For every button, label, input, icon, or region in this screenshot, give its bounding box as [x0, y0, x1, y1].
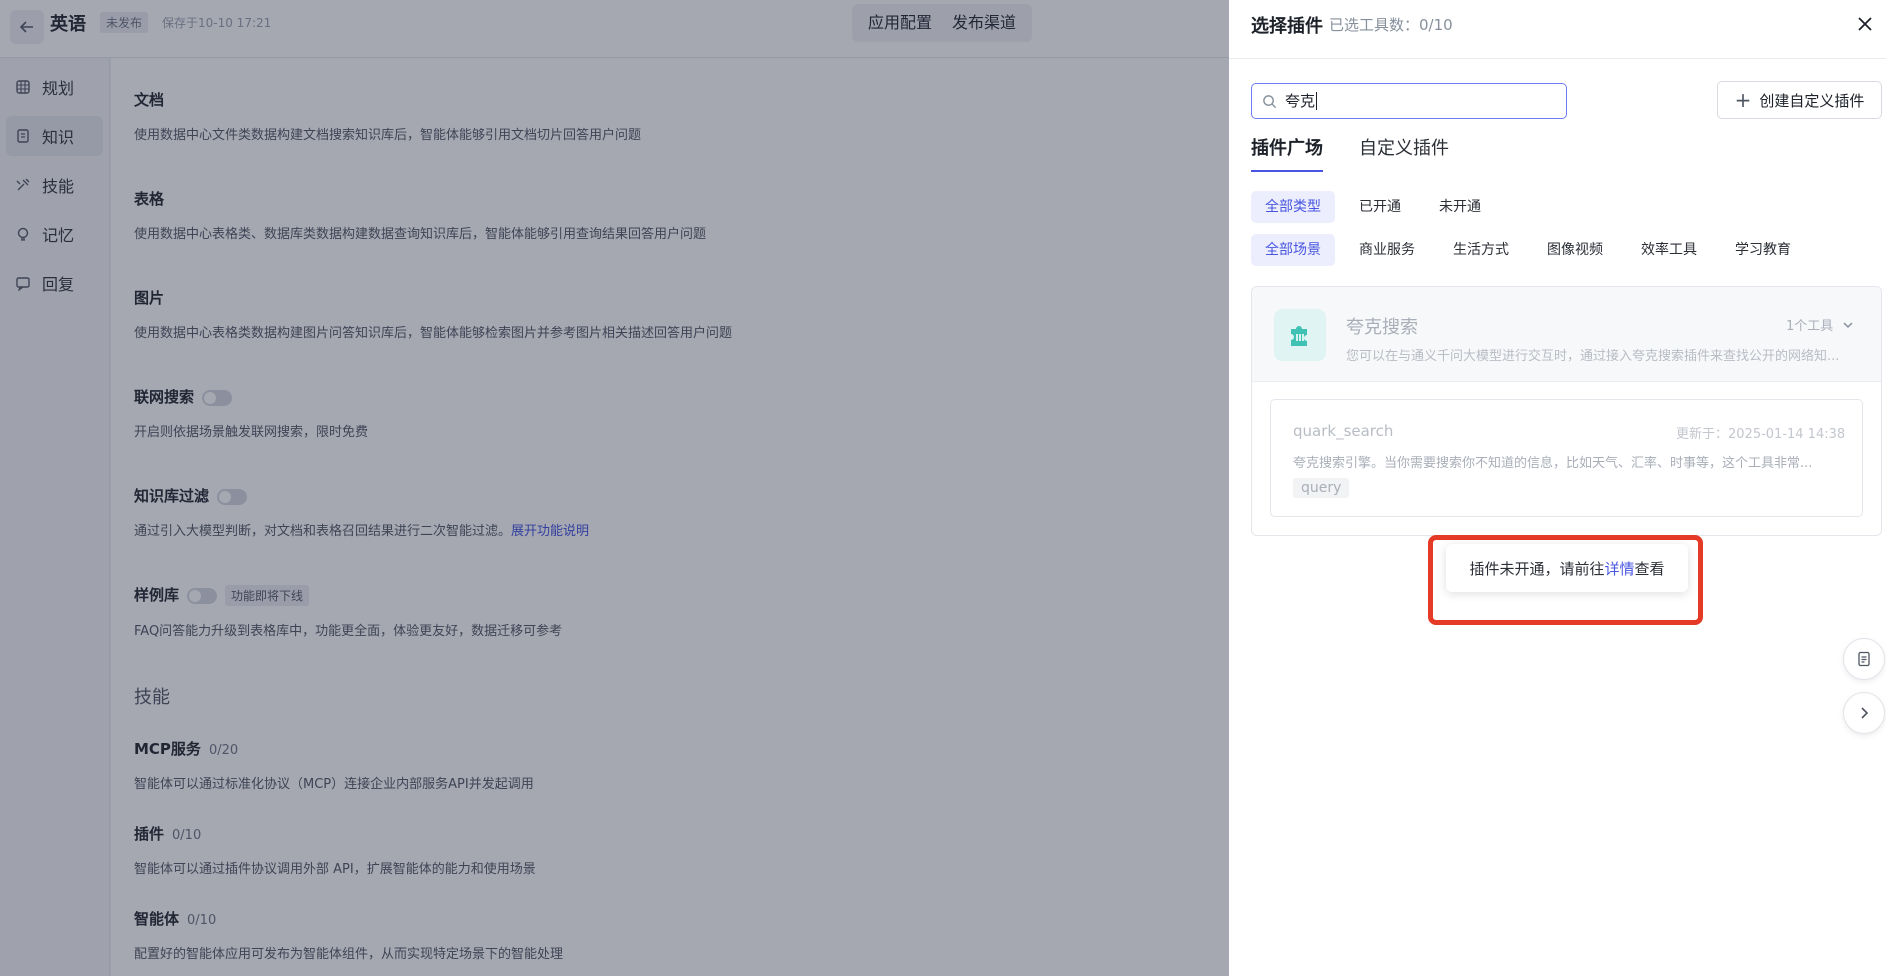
- filter-productivity[interactable]: 效率工具: [1627, 234, 1711, 266]
- tool-param-tag: query: [1293, 478, 1350, 498]
- plugin-desc: 您可以在与通义千问大模型进行交互时，通过接入夸克搜索插件来查找公开的网络知...: [1346, 349, 1840, 364]
- plugin-card[interactable]: 夸克搜索 您可以在与通义千问大模型进行交互时，通过接入夸克搜索插件来查找公开的网…: [1251, 286, 1882, 536]
- plugin-not-enabled-tooltip: 插件未开通，请前往 详情 查看: [1446, 544, 1688, 592]
- tool-desc: 夸克搜索引擎。当你需要搜索你不知道的信息，比如天气、汇率、时事等，这个工具非常.…: [1293, 456, 1813, 471]
- selected-tools-count: 已选工具数：0/10: [1329, 16, 1453, 34]
- tab-plugin-market[interactable]: 插件广场: [1251, 134, 1323, 160]
- filter-lifestyle[interactable]: 生活方式: [1439, 234, 1523, 266]
- filter-not-enabled[interactable]: 未开通: [1425, 191, 1495, 223]
- search-icon: [1263, 94, 1277, 108]
- filter-image-video[interactable]: 图像视频: [1533, 234, 1617, 266]
- tab-custom-plugin[interactable]: 自定义插件: [1359, 134, 1449, 160]
- create-button-label: 创建自定义插件: [1759, 91, 1865, 110]
- expand-float-button[interactable]: [1843, 692, 1885, 734]
- select-plugin-drawer: 选择插件 已选工具数：0/10 夸克 + 创建自定义插件 插件广场 自定义插件 …: [1229, 0, 1886, 976]
- chevron-right-icon: [1861, 707, 1869, 719]
- plugin-name: 夸克搜索: [1346, 317, 1418, 338]
- modal-overlay[interactable]: [0, 0, 1229, 976]
- close-icon: [1858, 17, 1872, 31]
- plugin-card-header[interactable]: 夸克搜索 您可以在与通义千问大模型进行交互时，通过接入夸克搜索插件来查找公开的网…: [1252, 287, 1881, 382]
- document-float-button[interactable]: [1843, 638, 1885, 680]
- filter-education[interactable]: 学习教育: [1721, 234, 1805, 266]
- tool-name: quark_search: [1293, 422, 1394, 440]
- tool-item[interactable]: quark_search 更新于：2025-01-14 14:38 夸克搜索引擎…: [1270, 399, 1863, 517]
- divider: [1229, 58, 1886, 59]
- filter-all-scenes[interactable]: 全部场景: [1251, 234, 1335, 266]
- details-link[interactable]: 详情: [1604, 558, 1634, 579]
- filter-all-types[interactable]: 全部类型: [1251, 191, 1335, 223]
- plugin-logo-icon: [1274, 309, 1326, 361]
- close-button[interactable]: [1853, 12, 1877, 36]
- plus-icon: +: [1734, 88, 1752, 112]
- plugin-search-input[interactable]: 夸克: [1251, 83, 1567, 119]
- tool-count: 1个工具: [1786, 319, 1834, 334]
- tool-updated-time: 更新于：2025-01-14 14:38: [1676, 427, 1846, 442]
- chevron-down-icon: [1843, 321, 1853, 328]
- tool-count-toggle[interactable]: 1个工具: [1786, 315, 1855, 334]
- document-icon: [1858, 651, 1870, 667]
- tooltip-text: 插件未开通，请前往: [1469, 559, 1605, 578]
- filter-business[interactable]: 商业服务: [1345, 234, 1429, 266]
- scene-filter-row: 全部场景 商业服务 生活方式 图像视频 效率工具 学习教育: [1251, 234, 1815, 266]
- tooltip-text-suffix: 查看: [1634, 559, 1665, 578]
- type-filter-row: 全部类型 已开通 未开通: [1251, 191, 1505, 223]
- active-tab-indicator: [1251, 170, 1323, 172]
- drawer-title: 选择插件: [1251, 16, 1323, 37]
- search-value: 夸克: [1285, 92, 1318, 110]
- filter-enabled[interactable]: 已开通: [1345, 191, 1415, 223]
- create-custom-plugin-button[interactable]: + 创建自定义插件: [1717, 81, 1882, 119]
